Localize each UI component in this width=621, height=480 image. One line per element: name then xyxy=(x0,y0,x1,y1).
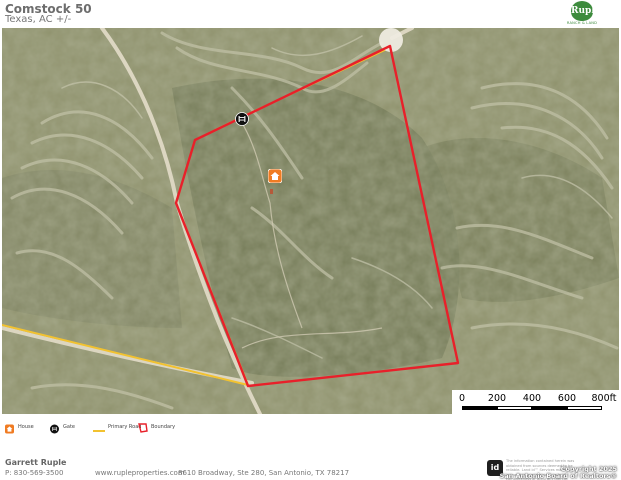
map-legend: House Gate Primary Road Boundary xyxy=(0,418,621,438)
scale-segment xyxy=(532,406,567,410)
copyright-notice: Copyright 2025 San Antonio Board of Real… xyxy=(500,466,617,480)
legend-label-primary-road: Primary Road xyxy=(108,424,142,430)
map-footer: Garrett Ruple P: 830-569-3500 www.ruplep… xyxy=(0,456,621,480)
aerial-map[interactable]: 0 200 400 600 800ft xyxy=(2,28,619,414)
copyright-line-2: San Antonio Board of Realtors® xyxy=(499,472,617,480)
primary-road-icon xyxy=(93,430,105,432)
scale-segment xyxy=(567,406,602,410)
scale-label-0: 0 xyxy=(458,393,466,404)
scale-label-400: 400 xyxy=(522,393,542,404)
ruple-logo: Ruple RANCH & LAND xyxy=(564,1,600,28)
aerial-imagery xyxy=(2,28,619,414)
legend-label-boundary: Boundary xyxy=(151,424,176,430)
gate-icon xyxy=(50,424,59,434)
scale-bar: 0 200 400 600 800ft xyxy=(452,390,619,414)
legend-label-gate: Gate xyxy=(63,424,75,430)
scale-label-800ft: 800ft xyxy=(591,393,617,404)
scale-segment xyxy=(497,406,532,410)
website-link[interactable]: www.rupleproperties.com xyxy=(95,469,185,477)
gate-marker-icon[interactable] xyxy=(235,112,249,126)
logo-tagline: RANCH & LAND xyxy=(566,21,598,25)
scale-label-600: 600 xyxy=(557,393,577,404)
house-marker-icon[interactable] xyxy=(268,169,282,183)
house-icon xyxy=(5,424,14,434)
agent-name: Garrett Ruple xyxy=(5,458,67,467)
office-address: 8610 Broadway, Ste 280, San Antonio, TX … xyxy=(178,469,350,477)
map-header: Comstock 50 Texas, AC +/- Ruple RANCH & … xyxy=(0,0,621,28)
property-subtitle: Texas, AC +/- xyxy=(5,14,72,25)
legend-label-house: House xyxy=(18,424,34,430)
scale-label-200: 200 xyxy=(487,393,507,404)
boundary-icon xyxy=(138,423,148,433)
scale-segment xyxy=(462,406,497,410)
agent-phone[interactable]: P: 830-569-3500 xyxy=(5,469,63,477)
logo-mark: Ruple xyxy=(571,1,600,21)
